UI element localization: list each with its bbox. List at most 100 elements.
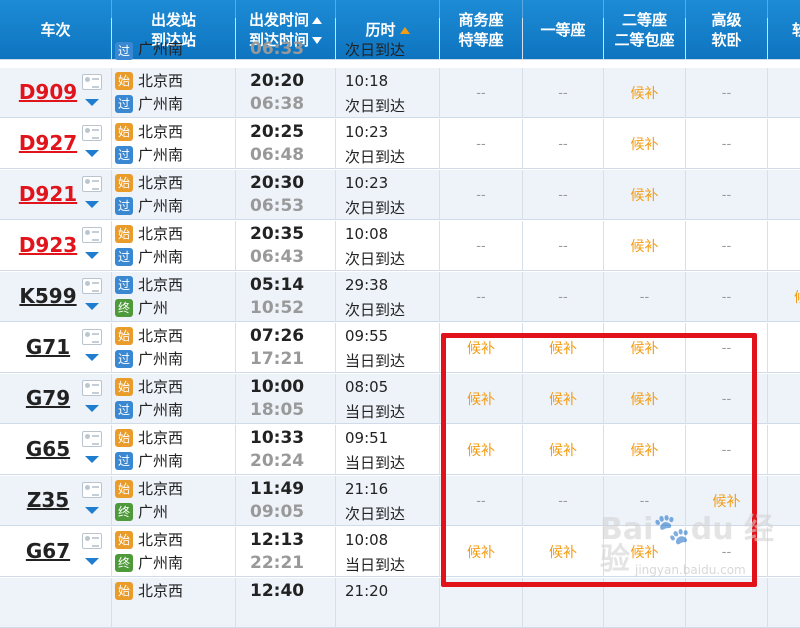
departure-time: 20:30	[250, 173, 305, 193]
departure-time: 10:33	[250, 428, 305, 448]
destination-badge: 终	[115, 299, 133, 317]
train-number-link[interactable]: G71	[18, 335, 78, 359]
table-row[interactable]: D909 始 北京西 过 广州南 20:20 06:38 10:18 次日到达 …	[0, 68, 800, 118]
expand-arrow-icon[interactable]	[85, 354, 99, 361]
departure-time: 12:40	[250, 581, 305, 601]
expand-arrow-icon[interactable]	[85, 507, 99, 514]
expand-arrow-icon[interactable]	[85, 303, 99, 310]
train-number-link[interactable]: D923	[18, 233, 78, 257]
departure-time: 20:35	[250, 224, 305, 244]
train-info-icon[interactable]	[82, 431, 102, 447]
train-cell: K599	[0, 272, 112, 322]
expand-arrow-icon[interactable]	[85, 150, 99, 157]
duration: 09:55	[345, 327, 389, 345]
train-number-link[interactable]: D927	[18, 131, 78, 155]
train-info-icon[interactable]	[82, 329, 102, 345]
departure-station: 北京西	[138, 378, 184, 396]
time-cell: 05:14 10:52	[236, 272, 336, 322]
time-cell: 10:00 18:05	[236, 374, 336, 424]
expand-arrow-icon[interactable]	[85, 405, 99, 412]
duration: 10:08	[345, 225, 389, 243]
arrival-day: 当日到达	[345, 454, 406, 472]
train-info-icon[interactable]	[82, 380, 102, 396]
train-info-icon[interactable]	[82, 482, 102, 498]
origin-badge: 过	[115, 276, 133, 294]
origin-badge: 始	[115, 429, 133, 447]
origin-badge: 始	[115, 225, 133, 243]
train-info-icon[interactable]	[82, 278, 102, 294]
duration-cell: 09:55 当日到达	[336, 323, 440, 373]
expand-arrow-icon[interactable]	[85, 456, 99, 463]
duration-cell: 09:51 当日到达	[336, 425, 440, 475]
arrival-day: 次日到达	[345, 199, 406, 217]
table-row[interactable]: K599 过 北京西 终 广州 05:14 10:52 29:38 次日到达 -…	[0, 272, 800, 322]
time-cell: 11:49 09:05	[236, 476, 336, 526]
train-cell: Z35	[0, 476, 112, 526]
departure-time: 12:13	[250, 530, 305, 550]
duration-cell: 10:08 次日到达	[336, 221, 440, 271]
arrival-station: 广州南	[138, 40, 184, 58]
duration: 09:51	[345, 429, 389, 447]
arrival-time: 22:21	[250, 553, 305, 573]
train-number-link[interactable]: G79	[18, 386, 78, 410]
train-info-icon[interactable]	[82, 227, 102, 243]
expand-arrow-icon[interactable]	[85, 201, 99, 208]
train-info-icon[interactable]	[82, 125, 102, 141]
seat-availability[interactable]: 候补	[604, 119, 686, 169]
arrival-time: 09:05	[250, 502, 305, 522]
train-info-icon[interactable]	[82, 74, 102, 90]
station-cell: 过 北京西 终 广州	[112, 272, 236, 322]
arrival-time: 06:43	[250, 247, 305, 267]
origin-badge: 始	[115, 174, 133, 192]
arrival-day: 次日到达	[345, 97, 406, 115]
seat-availability[interactable]: 候补	[604, 170, 686, 220]
duration: 21:16	[345, 480, 389, 498]
train-info-icon[interactable]	[82, 176, 102, 192]
train-number-link[interactable]: K599	[18, 284, 78, 308]
train-cell: D909	[0, 68, 112, 118]
train-number-link[interactable]: D921	[18, 182, 78, 206]
train-number-link[interactable]: G65	[18, 437, 78, 461]
train-cell: D923	[0, 221, 112, 271]
table-row[interactable]: D923 始 北京西 过 广州南 20:35 06:43 10:08 次日到达 …	[0, 221, 800, 271]
arrival-station: 广州南	[138, 146, 184, 164]
departure-station: 北京西	[138, 123, 184, 141]
seat-availability: --	[440, 272, 523, 322]
train-number-link[interactable]: G67	[18, 539, 78, 563]
train-cell: G67	[0, 527, 112, 577]
seat-availability[interactable]: 候补	[604, 68, 686, 118]
time-cell: 12:13 22:21	[236, 527, 336, 577]
station-cell: 始 北京西 过 广州南	[112, 170, 236, 220]
origin-badge: 始	[115, 582, 133, 600]
train-number-link[interactable]: Z35	[18, 488, 78, 512]
time-cell: 20:35 06:43	[236, 221, 336, 271]
arrival-station: 广州南	[138, 350, 184, 368]
seat-availability[interactable]: 候补	[604, 221, 686, 271]
station-cell: 始 北京西 过 广州南	[112, 425, 236, 475]
train-number-link[interactable]: D909	[18, 80, 78, 104]
seat-availability: --	[523, 119, 604, 169]
departure-time: 10:00	[250, 377, 305, 397]
seat-availability: --	[523, 272, 604, 322]
duration-cell: 29:38 次日到达	[336, 272, 440, 322]
arrival-time: 10:52	[250, 298, 305, 318]
departure-station: 北京西	[138, 225, 184, 243]
train-info-icon[interactable]	[82, 533, 102, 549]
arrival-station: 广州南	[138, 197, 184, 215]
expand-arrow-icon[interactable]	[85, 558, 99, 565]
seat-availability-cutoff[interactable]: 候	[786, 272, 800, 322]
arrival-station: 广州南	[138, 248, 184, 266]
departure-station: 北京西	[138, 480, 184, 498]
duration: 21:20	[345, 582, 389, 600]
pass-badge: 过	[115, 42, 133, 60]
expand-arrow-icon[interactable]	[85, 99, 99, 106]
seat-availability: --	[440, 221, 523, 271]
arrival-time: 20:24	[250, 451, 305, 471]
table-row[interactable]: D921 始 北京西 过 广州南 20:30 06:53 10:23 次日到达 …	[0, 170, 800, 220]
expand-arrow-icon[interactable]	[85, 252, 99, 259]
station-cell: 始 北京西 过 广州南	[112, 68, 236, 118]
table-row[interactable]: D927 始 北京西 过 广州南 20:25 06:48 10:23 次日到达 …	[0, 119, 800, 169]
seat-availability: --	[523, 68, 604, 118]
duration: 10:23	[345, 123, 389, 141]
train-cell: G79	[0, 374, 112, 424]
